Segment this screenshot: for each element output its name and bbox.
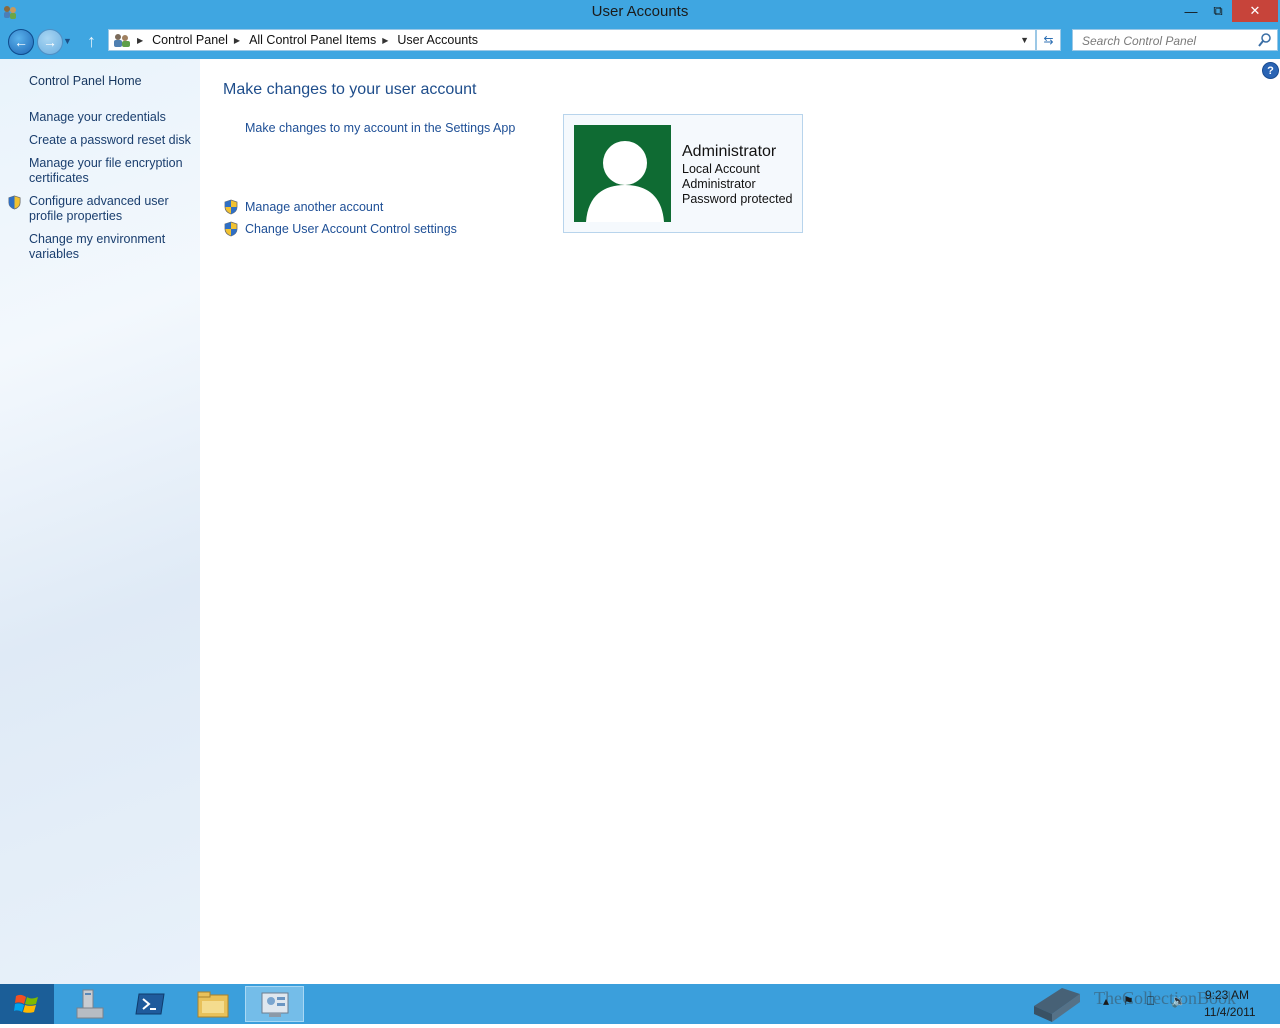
refresh-button[interactable]: ⇆ — [1036, 29, 1061, 51]
taskbar-file-explorer[interactable] — [185, 986, 241, 1022]
taskbar-server-manager[interactable] — [62, 986, 118, 1022]
volume-icon[interactable]: 🔉 — [1171, 994, 1186, 1008]
minimize-button[interactable]: — — [1178, 0, 1204, 22]
user-silhouette-icon — [586, 141, 664, 222]
server-manager-icon — [76, 989, 104, 1019]
breadcrumb-control-panel[interactable]: Control Panel — [152, 33, 228, 47]
file-explorer-icon — [197, 991, 229, 1018]
account-name: Administrator — [682, 143, 777, 160]
sidebar-item-file-encryption-certificates[interactable]: Manage your file encryption certificates — [29, 156, 189, 186]
sidebar-item-password-reset-disk[interactable]: Create a password reset disk — [29, 133, 194, 148]
arrow-right-icon: → — [43, 34, 57, 50]
up-arrow-icon[interactable]: ↑ — [87, 31, 96, 52]
clock-time[interactable]: 9:23 AM — [1205, 988, 1249, 1002]
control-panel-icon — [261, 992, 288, 1017]
forward-button[interactable]: → — [37, 29, 63, 55]
window-title: User Accounts — [591, 3, 689, 20]
breadcrumb-all-items[interactable]: All Control Panel Items — [249, 33, 376, 47]
account-tile: Administrator Local Account Administrato… — [563, 114, 803, 233]
uac-shield-icon — [224, 199, 238, 215]
breadcrumb-user-accounts[interactable]: User Accounts — [397, 33, 478, 47]
avatar — [574, 125, 671, 222]
navigation-bar: ← → ▼ ↑ ▶ Control Panel ▶ All Control Pa… — [0, 24, 1280, 59]
address-bar[interactable]: ▶ Control Panel ▶ All Control Panel Item… — [108, 29, 1036, 51]
action-center-flag-icon[interactable]: ⚑ — [1123, 994, 1134, 1008]
account-type: Local Account — [682, 162, 760, 176]
search-input[interactable] — [1073, 30, 1264, 52]
start-button[interactable] — [0, 984, 54, 1024]
breadcrumb-separator-icon[interactable]: ▶ — [137, 36, 143, 45]
show-hidden-icons-icon[interactable]: ▴ — [1103, 994, 1109, 1008]
sidebar-item-environment-variables[interactable]: Change my environment variables — [29, 232, 179, 262]
account-password-status: Password protected — [682, 192, 793, 206]
sidebar-item-manage-credentials[interactable]: Manage your credentials — [29, 110, 194, 125]
taskbar-powershell[interactable] — [122, 986, 178, 1022]
sidebar-item-advanced-profile-properties[interactable]: Configure advanced user profile properti… — [29, 194, 179, 224]
recent-locations-dropdown-icon[interactable]: ▼ — [63, 36, 72, 46]
manage-another-account-link[interactable]: Manage another account — [245, 200, 383, 214]
search-icon[interactable] — [1258, 33, 1271, 47]
clock-date[interactable]: 11/4/2011 — [1204, 1005, 1256, 1019]
breadcrumb-separator-icon[interactable]: ▶ — [234, 36, 240, 45]
page-title: Make changes to your user account — [223, 81, 477, 98]
back-button[interactable]: ← — [8, 29, 34, 55]
account-group: Administrator — [682, 177, 756, 191]
search-box[interactable] — [1072, 29, 1278, 52]
taskbar: TheCollectionBook ▴ ⚑ ⎕ 🔉 9:23 AM 11/4/2… — [0, 984, 1280, 1024]
uac-shield-icon — [8, 195, 21, 210]
sidebar-item-control-panel-home[interactable]: Control Panel Home — [29, 74, 194, 89]
uac-shield-icon — [224, 221, 238, 237]
taskbar-control-panel[interactable] — [245, 986, 304, 1022]
powershell-icon — [135, 993, 165, 1015]
network-icon[interactable]: ⎕ — [1147, 994, 1154, 1009]
control-panel-icon — [114, 34, 130, 47]
address-dropdown-icon[interactable]: ▼ — [1020, 35, 1029, 45]
refresh-icon: ⇆ — [1043, 33, 1054, 47]
close-button[interactable]: ✕ — [1232, 0, 1278, 22]
restore-button[interactable]: ⧉ — [1205, 0, 1231, 22]
breadcrumb-separator-icon[interactable]: ▶ — [382, 36, 388, 45]
help-icon[interactable]: ? — [1262, 62, 1279, 79]
uac-settings-link[interactable]: Change User Account Control settings — [245, 222, 457, 236]
windows-logo-icon — [14, 994, 38, 1013]
arrow-left-icon: ← — [14, 34, 28, 50]
book-watermark-icon — [1034, 988, 1080, 1022]
settings-app-link[interactable]: Make changes to my account in the Settin… — [245, 121, 515, 135]
title-bar[interactable]: User Accounts — ⧉ ✕ — [0, 0, 1280, 24]
